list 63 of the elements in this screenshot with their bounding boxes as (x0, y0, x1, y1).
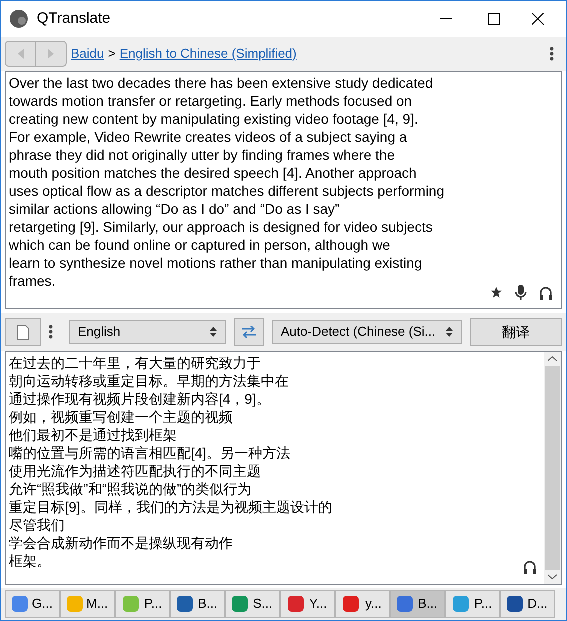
translation-text-line: 尽管我们 (9, 516, 65, 534)
source-text-line: retargeting [9]. Similarly, our approach is designed for video subjects (9, 218, 433, 236)
document-icon (17, 324, 29, 340)
source-text-line: similar actions allowing “Do as I do” and “Do as I say” (9, 200, 340, 218)
source-text-line: which can be found online or captured in person, although we (9, 236, 390, 254)
translation-text-line: 他们最初不是通过找到框架 (9, 426, 177, 444)
maximize-icon[interactable] (488, 13, 500, 25)
translate-button[interactable]: 翻译 (470, 318, 562, 346)
service-tab[interactable]: B... (170, 590, 225, 618)
service-tab[interactable]: Y... (280, 590, 335, 618)
left-arrow-icon (18, 49, 24, 59)
window-title: QTranslate (37, 8, 111, 29)
service-link[interactable]: Baidu (71, 44, 104, 64)
translation-text-line: 通过操作现有视频片段创建新内容[4，9]。 (9, 390, 270, 408)
translation-text-line: 例如，视频重写创建一个主题的视频 (9, 408, 233, 426)
breadcrumb-separator: > (108, 45, 116, 64)
source-text-line: creating new content by manipulating existing video footage [4, 9]. (9, 110, 418, 128)
translation-text-line: 朝向运动转移或重定目标。早期的方法集中在 (9, 372, 289, 390)
star-icon[interactable] (490, 286, 503, 299)
source-text-line: frames. (9, 272, 56, 290)
translation-text-line: 使用光流作为描述符匹配执行的不同主题 (9, 462, 261, 480)
service-tab[interactable]: P... (115, 590, 170, 618)
source-text-line: For example, Video Rewrite creates videos of a subject saying a (9, 128, 408, 146)
headphones-icon[interactable] (539, 286, 553, 300)
direction-link[interactable]: English to Chinese (Simplified) (120, 44, 297, 64)
new-document-button[interactable] (5, 318, 41, 346)
app-logo-icon (9, 9, 29, 29)
source-language-dropdown[interactable]: English (69, 320, 226, 344)
translation-text-area[interactable] (5, 351, 562, 585)
source-text-line: learn to synthesize novel motions rather than manipulating existing (9, 254, 422, 272)
translation-text-line: 重定目标[9]。同样，我们的方法是为视频主题设计的 (9, 498, 333, 516)
service-tab[interactable]: G... (5, 590, 60, 618)
translation-text-line: 学会合成新动作而不是操纵现有动作 (9, 534, 233, 552)
microphone-icon[interactable] (515, 285, 527, 300)
source-text-line: Over the last two decades there has been extensive study dedicated (9, 74, 434, 92)
translation-text-line: 在过去的二十年里，有大量的研究致力于 (9, 354, 261, 372)
source-text-line: towards motion transfer or retargeting. Early methods focused on (9, 92, 412, 110)
service-tab[interactable]: M... (60, 590, 115, 618)
translation-text-line: 框架。 (9, 552, 51, 570)
service-tab[interactable]: P... (445, 590, 500, 618)
right-arrow-icon (48, 49, 54, 59)
swap-languages-button[interactable] (234, 318, 264, 346)
spinner-arrows-icon (210, 327, 217, 337)
more-icon[interactable] (550, 47, 554, 61)
source-text-line: mouth position matches the desired speech [4]. Another approach (9, 164, 417, 182)
scroll-down-icon[interactable] (548, 574, 557, 580)
service-tab[interactable]: D... (500, 590, 555, 618)
service-tab[interactable]: y... (335, 590, 390, 618)
more-icon[interactable] (49, 325, 53, 339)
service-tab[interactable]: S... (225, 590, 280, 618)
source-text-line: phrase they did not originally utter by finding frames where the (9, 146, 395, 164)
translation-text-line: 允许“照我做”和“照我说的做”的类似行为 (9, 480, 252, 498)
headphones-icon[interactable] (523, 560, 537, 574)
scrollbar[interactable] (544, 352, 561, 584)
spinner-arrows-icon (446, 327, 453, 337)
close-icon[interactable] (532, 13, 544, 25)
target-language-dropdown[interactable]: Auto-Detect (Chinese (Si... (272, 320, 462, 344)
swap-arrows-icon (242, 326, 256, 338)
translation-text-line: 嘴的位置与所需的语言相匹配[4]。另一种方法 (9, 444, 291, 462)
source-text-line: uses optical flow as a descriptor matches different subjects performing (9, 182, 445, 200)
source-text-area[interactable] (5, 71, 562, 309)
scroll-up-icon[interactable] (548, 356, 557, 362)
service-tab[interactable]: B... (390, 590, 445, 618)
